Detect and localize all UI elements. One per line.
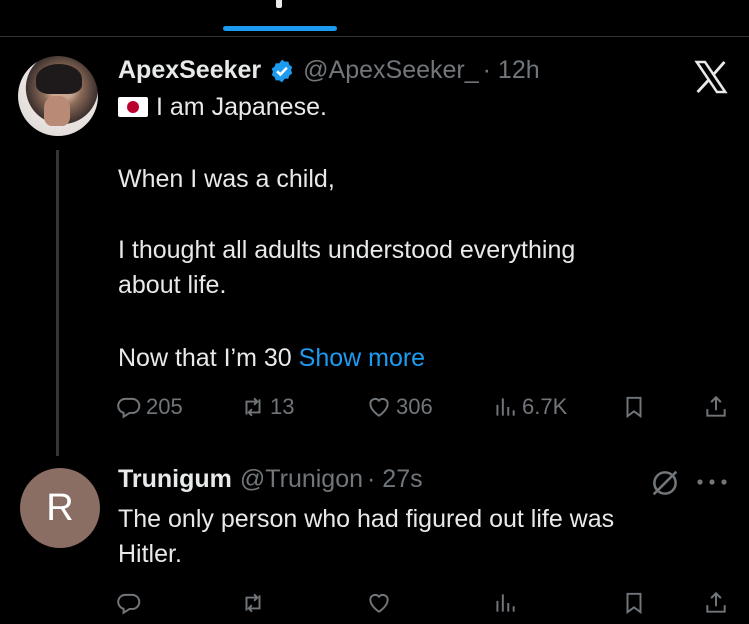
reply-button[interactable] (116, 590, 142, 616)
bookmark-icon (626, 592, 642, 615)
show-more-link[interactable]: Show more (299, 344, 425, 372)
heart-icon (369, 397, 389, 417)
tweet-header: Trunigum @Trunigon · 27s (118, 465, 423, 494)
views-icon (496, 594, 515, 612)
tweet-text: I am Japanese. (156, 93, 327, 121)
avatar[interactable]: R (20, 468, 100, 548)
share-button[interactable] (703, 394, 729, 420)
tweet-text-line-2: When I was a child, (118, 165, 335, 193)
tweet-text-line-3: I thought all adults understood everythi… (118, 236, 576, 264)
bookmark-button[interactable] (621, 590, 647, 616)
tweet-header: ApexSeeker @ApexSeeker_ · 12h (118, 56, 540, 85)
x-logo-icon (694, 60, 728, 94)
more-options-icon[interactable] (694, 476, 730, 488)
like-button[interactable] (366, 590, 392, 616)
views-icon (496, 398, 515, 416)
bookmark-button[interactable] (621, 394, 647, 420)
views-button[interactable] (492, 590, 518, 616)
avatar-hair (36, 64, 82, 94)
author-name[interactable]: Trunigum (118, 465, 232, 494)
views-count: 6.7K (522, 394, 568, 419)
timestamp[interactable]: · 12h (483, 56, 540, 85)
reply-count: 205 (146, 394, 183, 419)
japan-flag-icon (118, 97, 148, 117)
repost-button[interactable]: 13 (240, 394, 294, 420)
top-divider (0, 36, 749, 37)
tweet-text-line-2: Hitler. (118, 540, 182, 568)
author-handle[interactable]: @ApexSeeker_ (303, 56, 478, 85)
avatar-initial: R (46, 486, 74, 529)
reply-icon (117, 593, 141, 615)
tweet-text-line-1: I am Japanese. (118, 90, 327, 125)
author-handle[interactable]: @Trunigon (240, 465, 363, 494)
tweet-actions (116, 590, 736, 620)
avatar[interactable] (18, 56, 98, 136)
tweet-text-line-5: Now that I’m 30 Show more (118, 341, 425, 376)
thread-connector-line (56, 150, 59, 456)
avatar-hand (44, 96, 70, 126)
grok-icon[interactable] (648, 466, 682, 500)
repost-button[interactable] (240, 590, 266, 616)
author-name[interactable]: ApexSeeker (118, 56, 261, 85)
share-icon (706, 395, 726, 417)
verified-badge-icon (271, 59, 293, 82)
reply-icon (117, 397, 141, 419)
like-count: 306 (396, 394, 433, 419)
repost-icon (245, 593, 261, 613)
bookmark-icon (626, 396, 642, 419)
tweet-text-line-4: about life. (118, 271, 227, 299)
tweet-text: Now that I’m 30 (118, 344, 292, 372)
repost-count: 13 (270, 394, 295, 419)
share-button[interactable] (703, 590, 729, 616)
heart-icon (369, 593, 389, 613)
reply-button[interactable]: 205 (116, 394, 183, 420)
tweet-text-line-1: The only person who had figured out life… (118, 505, 615, 533)
views-button[interactable]: 6.7K (492, 394, 567, 420)
tab-label-fragment (276, 0, 282, 8)
like-button[interactable]: 306 (366, 394, 433, 420)
tweet-actions: 205 13 306 6.7K (116, 394, 736, 424)
timestamp[interactable]: · 27s (367, 465, 423, 494)
active-tab-indicator (223, 26, 337, 31)
repost-icon (245, 397, 261, 417)
share-icon (706, 591, 726, 613)
